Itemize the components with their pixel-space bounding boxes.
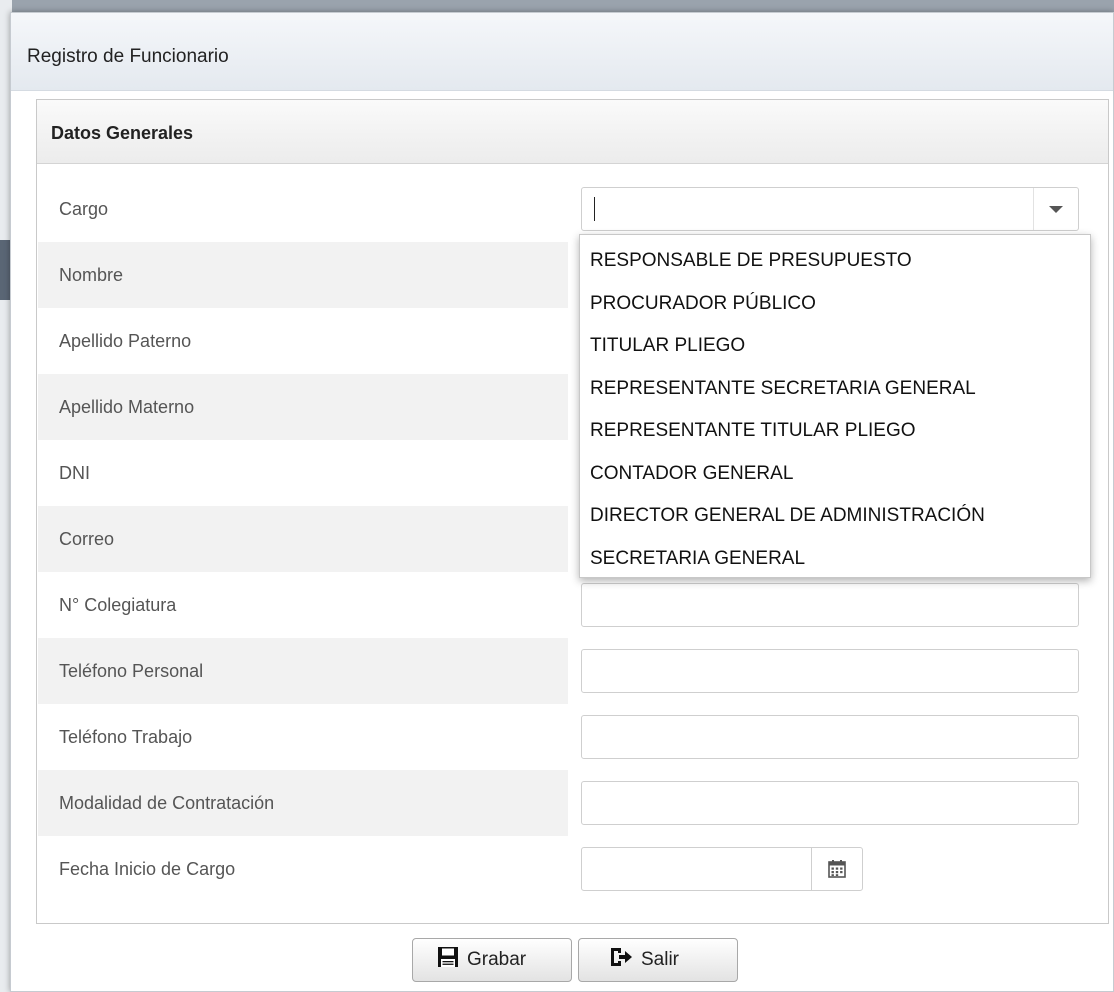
- salir-label: Salir: [641, 949, 680, 970]
- field-label: DNI: [59, 463, 90, 483]
- telefono-trabajo-input[interactable]: [581, 715, 1079, 759]
- modalidad-input[interactable]: [581, 781, 1079, 825]
- form-row-telefono-personal: Teléfono Personal: [38, 638, 1107, 704]
- calendar-icon[interactable]: [811, 848, 862, 890]
- value-cell: [568, 836, 1107, 902]
- fecha-inicio-input[interactable]: [581, 847, 863, 891]
- grabar-button[interactable]: Grabar: [412, 938, 572, 982]
- dropdown-option[interactable]: SECRETARIA GENERAL: [580, 536, 1090, 579]
- telefono-personal-input[interactable]: [581, 649, 1079, 693]
- grabar-label: Grabar: [467, 949, 527, 970]
- text-cursor: [594, 197, 595, 221]
- form-row-telefono-trabajo: Teléfono Trabajo: [38, 704, 1107, 770]
- dropdown-option[interactable]: DIRECTOR GENERAL DE ADMINISTRACIÓN: [580, 493, 1090, 536]
- floppy-disk-icon: [437, 946, 459, 974]
- field-label: N° Colegiatura: [59, 595, 177, 615]
- dialog-footer: Grabar Salir: [412, 938, 738, 982]
- dropdown-option[interactable]: REPRESENTANTE SECRETARIA GENERAL: [580, 366, 1090, 409]
- value-cell: [568, 704, 1107, 770]
- sign-out-icon: [609, 946, 633, 974]
- form-row-fecha-inicio: Fecha Inicio de Cargo: [38, 836, 1107, 902]
- field-label: Apellido Paterno: [59, 331, 192, 351]
- field-label: Cargo: [59, 199, 109, 219]
- field-label: Teléfono Personal: [59, 661, 204, 681]
- value-cell: [568, 572, 1107, 638]
- field-label: Teléfono Trabajo: [59, 727, 193, 747]
- cargo-combobox[interactable]: [581, 187, 1079, 231]
- form-row-modalidad: Modalidad de Contratación: [38, 770, 1107, 836]
- value-cell: [568, 770, 1107, 836]
- dropdown-option[interactable]: TITULAR PLIEGO: [580, 323, 1090, 366]
- field-label: Correo: [59, 529, 115, 549]
- chevron-down-icon[interactable]: [1033, 188, 1078, 230]
- value-cell: [568, 638, 1107, 704]
- dropdown-option[interactable]: CONTADOR GENERAL: [580, 451, 1090, 494]
- field-label: Nombre: [59, 265, 124, 285]
- field-label: Apellido Materno: [59, 397, 195, 417]
- dropdown-option[interactable]: REPRESENTANTE TITULAR PLIEGO: [580, 408, 1090, 451]
- dropdown-option[interactable]: RESPONSABLE DE PRESUPUESTO: [580, 238, 1090, 281]
- cargo-dropdown-list: RESPONSABLE DE PRESUPUESTO PROCURADOR PÚ…: [579, 234, 1091, 578]
- panel-header: Datos Generales: [37, 100, 1108, 164]
- dropdown-option[interactable]: PROCURADOR PÚBLICO: [580, 281, 1090, 324]
- value-cell: [568, 176, 1107, 242]
- field-label: Modalidad de Contratación: [59, 793, 275, 813]
- salir-button[interactable]: Salir: [578, 938, 738, 982]
- colegiatura-input[interactable]: [581, 583, 1079, 627]
- dialog-title: Registro de Funcionario: [11, 13, 1113, 91]
- form-row-colegiatura: N° Colegiatura: [38, 572, 1107, 638]
- field-label: Fecha Inicio de Cargo: [59, 859, 236, 879]
- form-row-cargo: Cargo: [38, 176, 1107, 242]
